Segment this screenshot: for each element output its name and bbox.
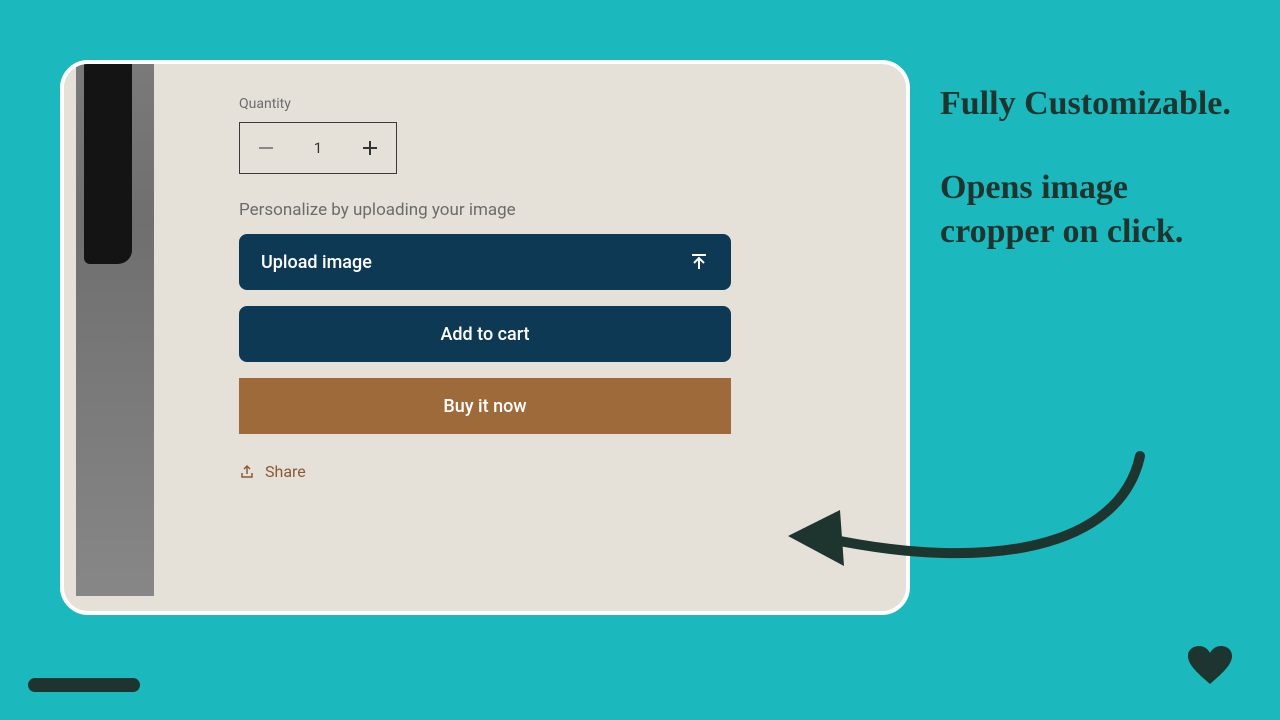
quantity-decrease-button[interactable] (240, 123, 292, 173)
annotation-callout: Fully Customizable. Opens image cropper … (940, 82, 1250, 295)
add-to-cart-label: Add to cart (440, 324, 529, 345)
callout-line-1: Fully Customizable. (940, 82, 1250, 126)
product-image-thumbnail (76, 64, 154, 596)
decorative-dash (28, 678, 140, 692)
minus-icon (259, 147, 273, 149)
product-panel: Quantity 1 Personalize by uploading your… (60, 60, 910, 615)
quantity-increase-button[interactable] (344, 123, 396, 173)
heart-icon (1188, 646, 1232, 690)
personalize-label: Personalize by uploading your image (239, 200, 789, 220)
buy-now-button[interactable]: Buy it now (239, 378, 731, 434)
share-icon (239, 464, 255, 480)
upload-icon (689, 252, 709, 272)
upload-image-button[interactable]: Upload image (239, 234, 731, 290)
callout-line-2: Opens image cropper on click. (940, 166, 1250, 254)
product-form: Quantity 1 Personalize by uploading your… (239, 96, 789, 481)
add-to-cart-button[interactable]: Add to cart (239, 306, 731, 362)
share-button[interactable]: Share (239, 462, 789, 481)
quantity-stepper[interactable]: 1 (239, 122, 397, 174)
upload-button-label: Upload image (261, 252, 372, 273)
quantity-label: Quantity (239, 96, 789, 112)
buy-now-label: Buy it now (443, 396, 526, 417)
plus-icon (363, 141, 377, 155)
share-label: Share (265, 462, 306, 481)
quantity-value: 1 (292, 139, 344, 157)
